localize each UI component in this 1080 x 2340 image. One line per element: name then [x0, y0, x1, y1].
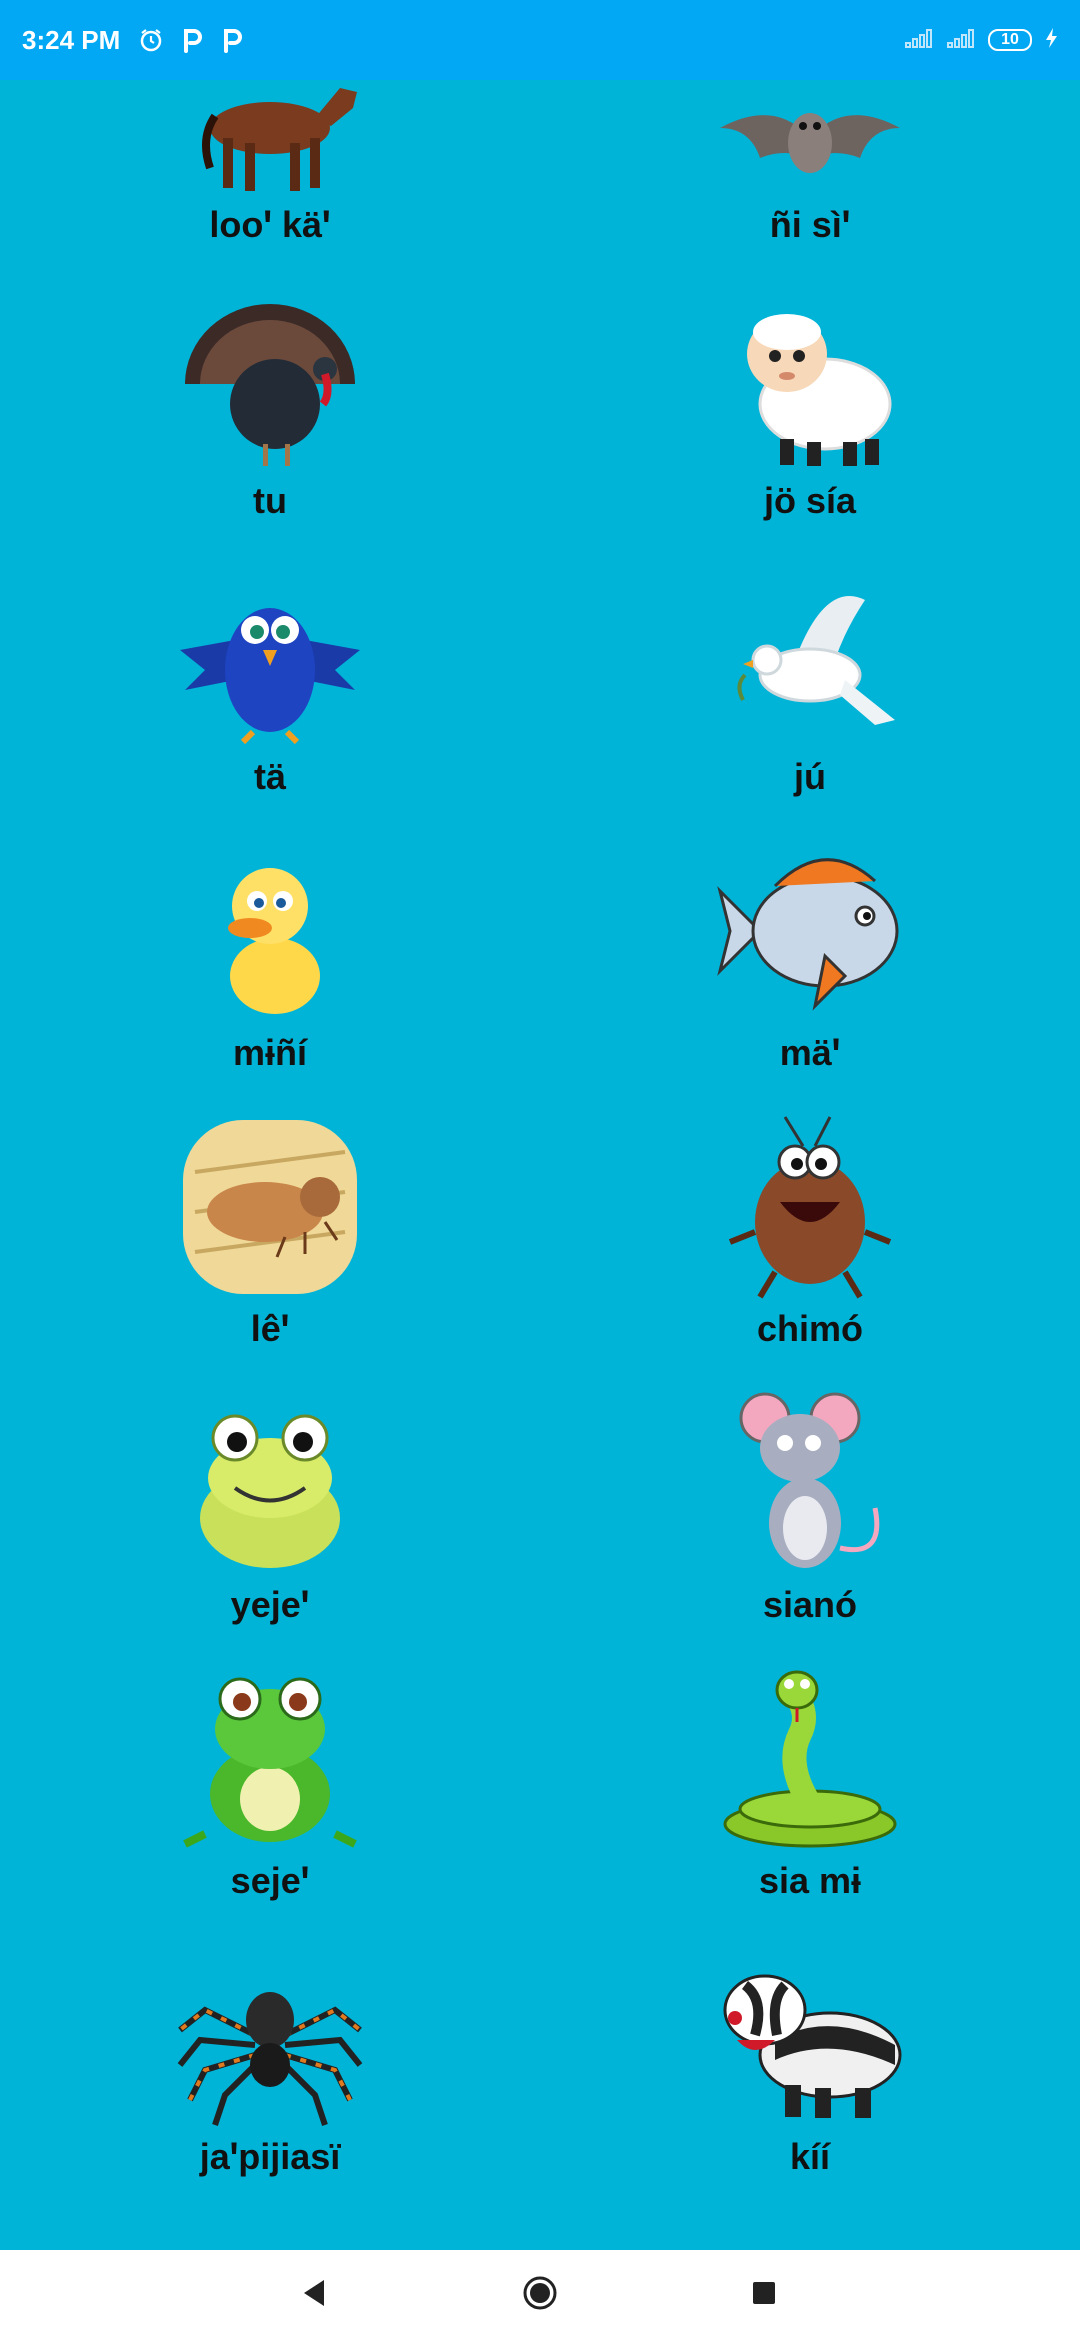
battery-icon: 10 [988, 29, 1032, 51]
status-time: 3:24 PM [22, 24, 121, 55]
animal-card[interactable]: lêꞌ [0, 1104, 540, 1380]
cockroach-icon [715, 1112, 905, 1302]
badger-icon [715, 1940, 905, 2130]
recents-button[interactable] [704, 2250, 824, 2340]
charging-icon [1044, 27, 1058, 54]
animal-label: looꞌ käꞌ [209, 204, 331, 245]
signal-icon [904, 27, 934, 54]
animal-card[interactable]: jaꞌpijiasï [0, 1932, 540, 2208]
duckling-icon [175, 836, 365, 1026]
animal-label: jaꞌpijiasï [199, 2136, 341, 2177]
animal-card[interactable]: sia mɨ [540, 1656, 1080, 1932]
mouse-icon [715, 1388, 905, 1578]
animal-label: tu [253, 480, 287, 521]
home-button[interactable] [480, 2250, 600, 2340]
animal-label: ñi sìꞌ [769, 204, 851, 245]
animal-label: jú [794, 756, 826, 797]
animal-label: kíí [789, 2136, 831, 2177]
animal-card[interactable]: mäꞌ [540, 828, 1080, 1104]
animal-label: sianó [762, 1584, 858, 1625]
animal-label: sia mɨ [758, 1860, 862, 1901]
recents-icon [751, 2280, 777, 2311]
animal-label: mäꞌ [779, 1032, 841, 1073]
horse-icon [175, 80, 365, 198]
back-icon [300, 2278, 328, 2313]
animal-card[interactable]: tä [0, 552, 540, 828]
spider-icon [175, 1940, 365, 2130]
back-button[interactable] [254, 2250, 374, 2340]
alarm-icon [138, 27, 164, 53]
animal-card[interactable]: mɨñí [0, 828, 540, 1104]
animal-card[interactable]: looꞌ käꞌ [0, 80, 540, 276]
animal-card[interactable]: sianó [540, 1380, 1080, 1656]
blue-bird-icon [175, 560, 365, 750]
animal-card[interactable]: jö sía [540, 276, 1080, 552]
animal-card[interactable]: tu [0, 276, 540, 552]
status-bar: 3:24 PM 10 [0, 0, 1080, 80]
toad-icon [175, 1664, 365, 1854]
animal-label: jö sía [763, 480, 857, 521]
bat-icon [715, 80, 905, 198]
sheep-icon [715, 284, 905, 474]
animal-card[interactable]: kíí [540, 1932, 1080, 2208]
animal-card[interactable]: yejeꞌ [0, 1380, 540, 1656]
snake-icon [715, 1664, 905, 1854]
animal-card[interactable]: jú [540, 552, 1080, 828]
animal-card[interactable]: chimó [540, 1104, 1080, 1380]
navigation-bar [0, 2250, 1080, 2340]
animal-label: mɨñí [232, 1032, 307, 1073]
turkey-icon [175, 284, 365, 474]
animal-label: yejeꞌ [230, 1584, 310, 1625]
animal-card[interactable]: ñi sìꞌ [540, 80, 1080, 276]
animal-label: chimó [756, 1308, 863, 1349]
dove-icon [715, 560, 905, 750]
frog-icon [175, 1388, 365, 1578]
animal-card[interactable]: sejeꞌ [0, 1656, 540, 1932]
animal-list[interactable]: looꞌ käꞌ ñi sìꞌ tu jö sía tä jú mɨñí mäꞌ… [0, 80, 1080, 2250]
animal-label: lêꞌ [250, 1308, 290, 1349]
p-app-icon [182, 27, 204, 53]
fish-icon [715, 836, 905, 1026]
animal-label: sejeꞌ [230, 1860, 310, 1901]
home-icon [522, 2275, 558, 2316]
larva-icon [175, 1112, 365, 1302]
animal-label: tä [253, 756, 286, 797]
p-app-icon [222, 27, 244, 53]
signal-icon [946, 27, 976, 54]
